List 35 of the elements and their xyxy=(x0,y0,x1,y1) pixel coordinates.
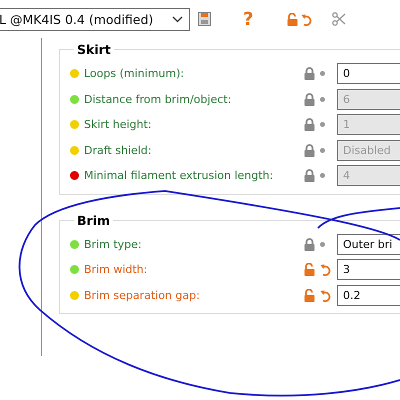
value-field[interactable]: Outer bri xyxy=(337,234,400,255)
setting-label: Draft shield: xyxy=(84,144,152,157)
save-icon[interactable] xyxy=(198,12,211,26)
bullet-icon xyxy=(320,148,325,153)
unlocked-lock-icon[interactable] xyxy=(304,263,315,276)
lock-icon[interactable] xyxy=(304,67,315,80)
setting-label: Skirt height: xyxy=(84,118,153,132)
bullet-icon xyxy=(320,122,325,128)
undo-arrow-icon[interactable] xyxy=(320,288,331,302)
value-field[interactable]: 0.2 xyxy=(337,284,400,306)
chevron-down-icon xyxy=(172,16,183,22)
setting-label: Loops (minimum): xyxy=(84,67,186,80)
bullet-icon xyxy=(320,242,325,247)
value-field[interactable]: 0 xyxy=(337,63,400,84)
lock-icon[interactable] xyxy=(304,169,315,182)
setting-label: Brim type: xyxy=(84,238,143,251)
lock-icon[interactable] xyxy=(304,92,315,106)
value-field[interactable]: 3 xyxy=(337,259,400,280)
bullet-icon xyxy=(320,71,325,76)
group-title: Skirt xyxy=(76,42,112,57)
preset-dropdown[interactable]: L @MK4IS 0.4 (modified) xyxy=(0,8,190,30)
setting-label: Distance from brim/object: xyxy=(84,92,232,106)
unlocked-lock-icon[interactable] xyxy=(287,12,298,26)
setting-label: Brim width: xyxy=(84,263,148,276)
undo-arrow-icon[interactable] xyxy=(301,12,312,26)
bullet-icon xyxy=(320,173,325,178)
unlocked-lock-icon[interactable] xyxy=(304,288,315,302)
setting-label: Brim separation gap: xyxy=(84,288,201,302)
lock-icon[interactable] xyxy=(304,118,315,132)
undo-arrow-icon[interactable] xyxy=(320,263,331,276)
lock-icon[interactable] xyxy=(304,238,315,251)
group-title: Brim xyxy=(76,212,112,228)
bullet-icon xyxy=(320,96,325,102)
setting-label: Minimal filament extrusion length: xyxy=(84,169,274,182)
lock-icon[interactable] xyxy=(304,144,315,157)
